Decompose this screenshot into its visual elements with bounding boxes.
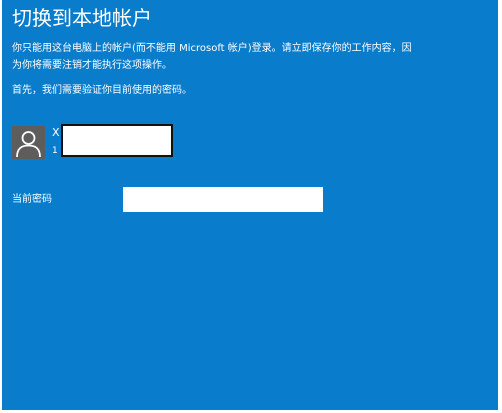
page-title: 切换到本地帐户 [12,6,152,30]
switch-to-local-account-panel: 切换到本地帐户 你只能用这台电脑上的帐户(而不能用 Microsoft 帐户)登… [2,0,498,410]
description-line-1: 你只能用这台电脑上的帐户(而不能用 Microsoft 帐户)登录。请立即保存你… [12,43,412,54]
verify-prompt: 首先，我们需要验证你目前使用的密码。 [12,85,192,96]
account-name: X [52,126,60,139]
account-email: 1 [52,146,58,156]
current-password-input[interactable] [123,187,323,212]
redaction-block [61,124,173,157]
current-password-label: 当前密码 [12,194,52,205]
description: 你只能用这台电脑上的帐户(而不能用 Microsoft 帐户)登录。请立即保存你… [12,40,488,74]
description-line-2: 为你将需要注销才能执行这项操作。 [12,60,172,71]
user-avatar-icon [12,126,45,159]
